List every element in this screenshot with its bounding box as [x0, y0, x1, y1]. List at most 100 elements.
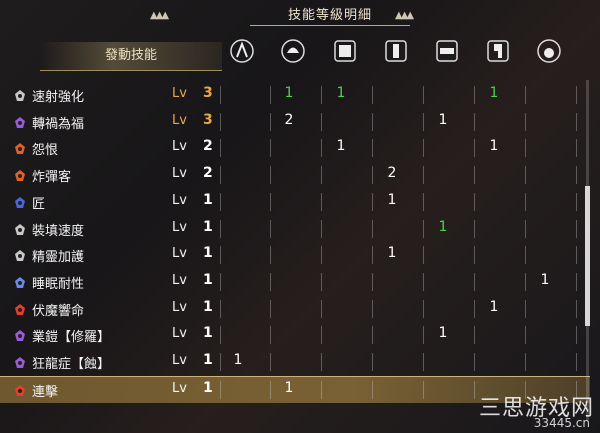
column-divider: [423, 272, 424, 291]
level-label: Lv: [172, 192, 187, 208]
skill-name: 裝填速度: [32, 223, 85, 239]
skill-gem-icon: [13, 275, 27, 289]
skill-gem-icon: [13, 168, 27, 182]
skill-level: 3: [203, 85, 213, 101]
skill-gem-icon: [13, 115, 27, 129]
column-divider: [220, 353, 221, 371]
equipment-skill-points: 2: [284, 111, 294, 128]
skill-gem-icon: [13, 195, 27, 209]
equipment-skill-points: 1: [233, 352, 243, 368]
column-divider: [372, 326, 373, 345]
scrollbar-thumb[interactable]: [585, 186, 590, 326]
column-divider: [270, 219, 271, 238]
column-divider: [576, 112, 577, 131]
column-divider: [474, 299, 475, 318]
column-divider: [220, 219, 221, 238]
column-divider: [321, 380, 322, 399]
skill-name: 狂龍症【蝕】: [32, 357, 111, 372]
equipment-skill-points: 1: [438, 325, 448, 342]
skill-row[interactable]: 業鎧【修羅】 Lv 1 1: [0, 322, 590, 348]
equipment-skill-points: 1: [284, 379, 294, 396]
column-divider: [423, 139, 424, 158]
column-divider: [576, 86, 577, 104]
column-divider: [423, 219, 424, 238]
skill-gem-icon: [13, 355, 27, 369]
skill-row[interactable]: 轉禍為福 Lv 3 2 1: [0, 109, 590, 135]
talisman-icon: [535, 36, 563, 66]
column-divider: [474, 86, 475, 104]
column-divider: [525, 246, 526, 265]
column-divider: [525, 112, 526, 131]
skill-level: 1: [203, 271, 213, 288]
column-divider: [321, 86, 322, 104]
equipment-skill-points: 1: [336, 138, 346, 155]
skill-name: 精靈加護: [32, 250, 85, 266]
column-divider: [270, 192, 271, 211]
column-divider: [220, 139, 221, 158]
level-label: Lv: [172, 219, 187, 235]
column-divider: [474, 246, 475, 265]
skill-row[interactable]: 狂龍症【蝕】 Lv 1 1: [0, 349, 590, 375]
column-divider: [321, 272, 322, 291]
skill-row[interactable]: 睡眠耐性 Lv 1 1: [0, 269, 590, 295]
skill-name: 睡眠耐性: [32, 276, 85, 292]
column-divider: [270, 166, 271, 185]
arms-icon: [382, 36, 410, 66]
column-divider: [474, 139, 475, 158]
skill-level: 1: [203, 245, 213, 262]
column-divider: [372, 219, 373, 238]
column-divider: [372, 166, 373, 185]
title-deco-left: ▲▲▲: [150, 10, 169, 21]
column-divider: [372, 86, 373, 104]
column-divider: [423, 192, 424, 211]
skill-name: 炸彈客: [32, 170, 72, 186]
column-divider: [321, 112, 322, 131]
skill-row[interactable]: 速射強化 Lv 3 1 1 1: [0, 82, 590, 108]
skill-name: 怨恨: [32, 143, 59, 159]
column-divider: [576, 139, 577, 158]
column-divider: [321, 246, 322, 265]
skill-row[interactable]: 怨恨 Lv 2 1 1: [0, 135, 590, 161]
skill-row[interactable]: 裝填速度 Lv 1 1: [0, 216, 590, 242]
column-divider: [270, 272, 271, 291]
skill-level: 2: [203, 138, 213, 155]
equipment-skill-points: 1: [336, 85, 346, 101]
column-divider: [525, 219, 526, 238]
skill-row[interactable]: 炸彈客 Lv 2 2: [0, 162, 590, 188]
column-divider: [372, 380, 373, 399]
skill-row[interactable]: 精靈加護 Lv 1 1: [0, 242, 590, 268]
column-divider: [372, 192, 373, 211]
column-divider: [474, 112, 475, 131]
skill-level: 1: [203, 298, 213, 315]
level-label: Lv: [172, 86, 187, 101]
column-divider: [270, 86, 271, 104]
column-divider: [270, 380, 271, 399]
skill-gem-icon: [13, 248, 27, 262]
column-divider: [372, 272, 373, 291]
column-divider: [423, 380, 424, 399]
column-divider: [270, 326, 271, 345]
skill-level: 2: [203, 165, 213, 182]
column-divider: [220, 299, 221, 318]
column-divider: [220, 272, 221, 291]
level-label: Lv: [172, 380, 187, 396]
skill-row[interactable]: 伏魔響命 Lv 1 1: [0, 296, 590, 322]
equipment-skill-points: 1: [438, 218, 448, 235]
skill-row[interactable]: 匠 Lv 1 1: [0, 189, 590, 215]
column-divider: [474, 326, 475, 345]
waist-icon: [433, 36, 461, 66]
skill-name: 匠: [32, 196, 46, 212]
skill-gem-icon: [13, 302, 27, 316]
skill-gem-icon: [13, 141, 27, 155]
skill-name: 連擊: [32, 384, 59, 400]
equipment-skill-points: 1: [489, 138, 499, 155]
column-divider: [220, 326, 221, 345]
column-divider: [474, 380, 475, 399]
column-divider: [576, 192, 577, 211]
skill-name: 轉禍為福: [32, 116, 85, 132]
skill-name: 伏魔響命: [32, 303, 85, 319]
weapon-icon: [228, 36, 256, 66]
column-divider: [321, 353, 322, 371]
level-label: Lv: [172, 353, 187, 368]
column-divider: [525, 86, 526, 104]
